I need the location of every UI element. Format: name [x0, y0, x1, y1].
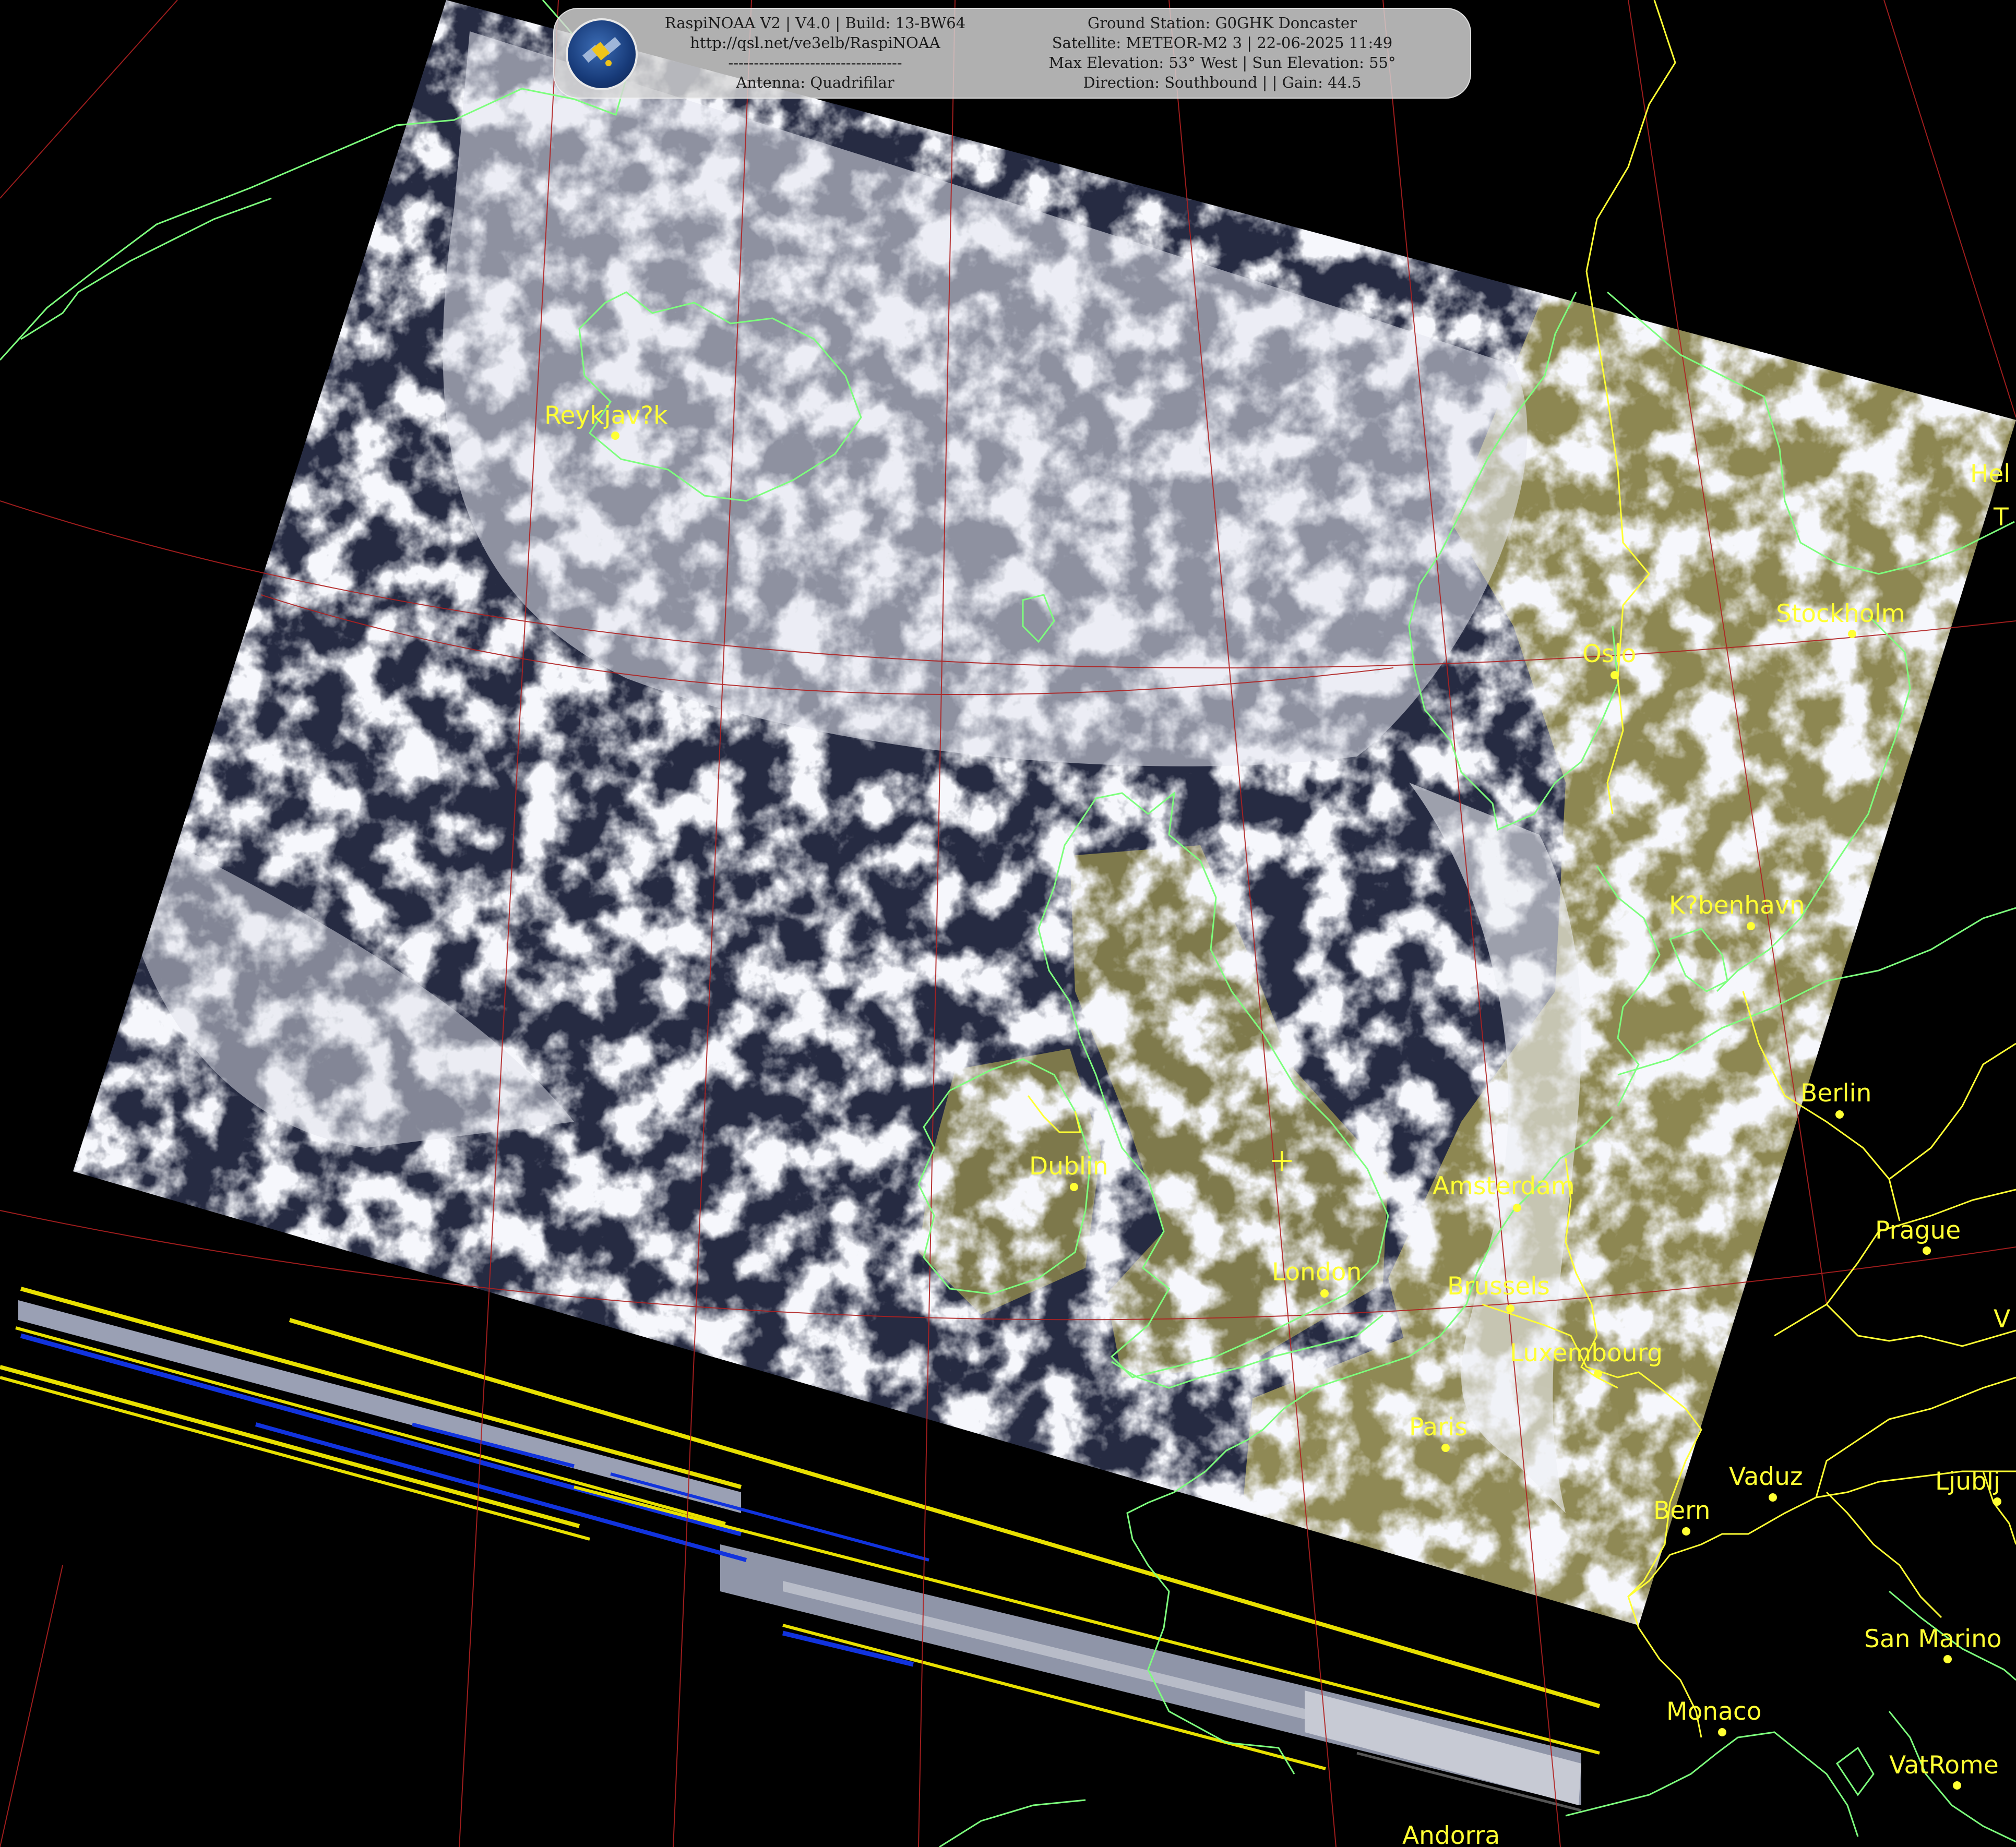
city-label-vaduz: Vaduz	[1729, 1462, 1803, 1491]
header-satellite-line: Satellite: METEOR-M2 3 | 22-06-2025 11:4…	[1052, 34, 1393, 52]
info-header-panel: RaspiNOAA V2 | V4.0 | Build: 13-BW64 htt…	[553, 8, 1471, 99]
header-ground-station-line: Ground Station: G0GHK Doncaster	[1088, 14, 1357, 32]
city-dot-bern	[1682, 1527, 1690, 1536]
city-label-andorra: Andorra	[1402, 1821, 1500, 1847]
city-label-tallinn: T	[1994, 503, 2009, 532]
city-dot-amsterdam	[1513, 1204, 1521, 1212]
city-label-oslo: Oslo	[1582, 640, 1637, 668]
header-right-column: Ground Station: G0GHK Doncaster Satellit…	[1024, 13, 1421, 92]
city-dot-ljubljana	[1993, 1497, 2001, 1506]
header-direction-line: Direction: Southbound | | Gain: 44.5	[1083, 74, 1362, 91]
city-label-vienna: V	[1994, 1305, 2011, 1334]
city-label-brussels: Brussels	[1447, 1272, 1550, 1301]
city-dot-luxembourg	[1594, 1370, 1602, 1378]
city-label-vatican-rome: VatRome	[1889, 1751, 1999, 1780]
city-label-monaco: Monaco	[1666, 1697, 1762, 1726]
city-dot-san-marino	[1943, 1655, 1952, 1663]
header-build-line: RaspiNOAA V2 | V4.0 | Build: 13-BW64	[664, 14, 966, 32]
city-dot-berlin	[1835, 1110, 1844, 1119]
city-label-kobenhavn: K?benhavn	[1669, 891, 1805, 920]
city-dot-paris	[1441, 1444, 1450, 1452]
city-label-berlin: Berlin	[1800, 1079, 1872, 1108]
header-left-column: RaspiNOAA V2 | V4.0 | Build: 13-BW64 htt…	[627, 13, 1003, 92]
header-url-line: http://qsl.net/ve3elb/RaspiNOAA	[690, 34, 940, 52]
city-label-dublin: Dublin	[1029, 1152, 1108, 1181]
city-dot-vaduz	[1769, 1493, 1777, 1502]
header-elevation-line: Max Elevation: 53° West | Sun Elevation:…	[1048, 54, 1396, 71]
city-dot-vatican-rome	[1953, 1781, 1961, 1790]
city-dot-stockholm	[1848, 630, 1856, 638]
satellite-map	[0, 0, 2016, 1847]
city-label-amsterdam: Amsterdam	[1433, 1172, 1575, 1201]
header-antenna-line: Antenna: Quadrifilar	[736, 74, 894, 91]
city-dot-monaco	[1718, 1728, 1726, 1736]
city-label-stockholm: Stockholm	[1776, 599, 1905, 628]
city-label-ljubljana: Ljublj	[1935, 1467, 2000, 1496]
city-label-luxembourg: Luxembourg	[1510, 1339, 1663, 1368]
city-label-bern: Bern	[1653, 1496, 1711, 1525]
header-separator-line: ----------------------------------	[728, 54, 902, 71]
satellite-image-stage: RaspiNOAA V2 | V4.0 | Build: 13-BW64 htt…	[0, 0, 2016, 1847]
city-dot-oslo	[1611, 671, 1619, 679]
city-label-london: London	[1272, 1258, 1362, 1287]
city-dot-prague	[1923, 1246, 1931, 1255]
city-label-paris: Paris	[1409, 1413, 1468, 1442]
city-dot-dublin	[1070, 1183, 1078, 1191]
city-dot-brussels	[1506, 1304, 1514, 1313]
city-label-reykjavik: Reykjav?k	[544, 401, 668, 430]
city-dot-reykjavik	[611, 431, 619, 440]
city-label-san-marino: San Marino	[1864, 1625, 2002, 1653]
city-dot-kobenhavn	[1747, 922, 1755, 930]
city-dot-london	[1320, 1289, 1329, 1298]
city-label-helsinki: Hel	[1970, 460, 2011, 488]
city-label-prague: Prague	[1875, 1216, 1961, 1245]
